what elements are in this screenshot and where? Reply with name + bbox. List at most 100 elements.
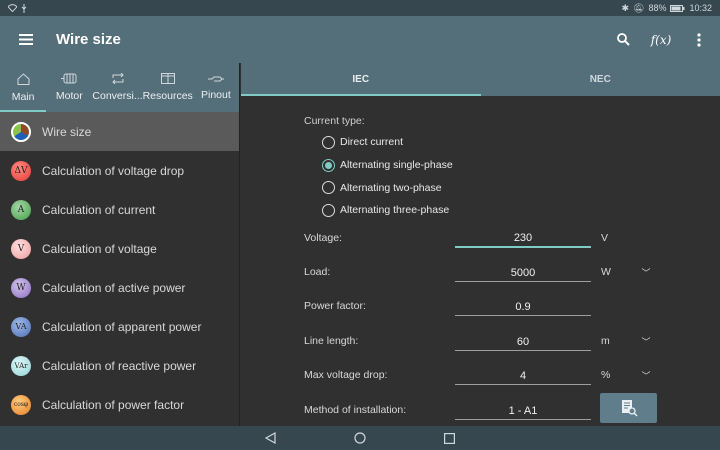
drop-unit-select[interactable]: % <box>591 369 631 381</box>
list-item-voltage-drop[interactable]: ΔV Calculation of voltage drop <box>0 151 239 190</box>
item-label: Wire size <box>42 124 92 139</box>
apparent-power-icon: VA <box>11 316 31 337</box>
chevron-down-icon[interactable]: ﹀ <box>631 335 661 348</box>
voltage-drop-icon: ΔV <box>11 160 31 181</box>
list-item-voltage[interactable]: V Calculation of voltage <box>0 229 239 268</box>
item-label: Calculation of voltage drop <box>42 163 185 178</box>
power-factor-label: Power factor: <box>304 300 366 312</box>
page-title: Wire size <box>56 31 121 48</box>
max-drop-row: Max voltage drop: 4% ﹀ <box>304 363 704 387</box>
conversion-icon <box>111 73 124 84</box>
menu-icon <box>19 34 33 45</box>
book-icon <box>160 73 175 84</box>
search-icon <box>616 33 630 46</box>
power-factor-icon: cosφ <box>11 394 31 415</box>
list-item-reactive-power[interactable]: VAr Calculation of reactive power <box>0 346 239 385</box>
recents-icon <box>444 432 455 444</box>
select-installation-button[interactable] <box>600 393 657 423</box>
clock: 10:32 <box>689 3 712 13</box>
back-button[interactable] <box>265 432 276 444</box>
tab-motor[interactable]: Motor <box>46 63 92 112</box>
item-label: Calculation of power factor <box>42 397 185 412</box>
back-icon <box>265 432 276 444</box>
tab-label: Resources <box>142 90 193 102</box>
radio-single-phase[interactable]: Alternating single-phase <box>304 154 704 177</box>
recents-button[interactable] <box>444 432 455 444</box>
wire-size-form: Current type: Direct current Alternating… <box>304 115 704 423</box>
radio-circle <box>322 158 335 172</box>
mute-icon: 🔕︎ <box>633 2 645 13</box>
power-factor-input[interactable]: 0.9 <box>455 297 591 316</box>
status-bar: ✱ 🔕︎ 88% 10:32 <box>0 0 720 16</box>
search-button[interactable] <box>606 33 640 46</box>
voltage-icon: V <box>11 238 31 259</box>
function-button[interactable]: f(x) <box>644 33 678 47</box>
load-input[interactable]: 5000 <box>455 263 591 282</box>
radio-circle <box>322 203 335 217</box>
usb-icon <box>21 3 27 13</box>
list-item-power-factor[interactable]: cosφ Calculation of power factor <box>0 385 239 424</box>
load-unit-select[interactable]: W <box>591 266 631 278</box>
length-unit-select[interactable]: m <box>591 335 631 347</box>
system-nav-bar <box>0 426 720 450</box>
item-label: Calculation of current <box>42 202 156 217</box>
radio-two-phase[interactable]: Alternating two-phase <box>304 176 704 199</box>
home-button[interactable] <box>354 432 366 444</box>
radio-circle <box>322 181 335 195</box>
chevron-down-icon[interactable]: ﹀ <box>631 266 661 279</box>
tab-conversion[interactable]: Conversi... <box>92 63 143 112</box>
home-icon <box>17 72 30 85</box>
motor-icon <box>61 73 77 84</box>
list-item-apparent-power[interactable]: VA Calculation of apparent power <box>0 307 239 346</box>
tab-label: Pinout <box>201 88 231 101</box>
menu-button[interactable] <box>0 34 52 45</box>
tab-label: Conversi... <box>92 90 143 102</box>
app-bar: Wire size f(x) <box>0 16 720 63</box>
voltage-unit: V <box>601 232 609 244</box>
list-item-active-power[interactable]: W Calculation of active power <box>0 268 239 307</box>
radio-label: Alternating three-phase <box>340 204 450 217</box>
power-factor-row: Power factor: 0.9 <box>304 294 704 318</box>
tab-nec[interactable]: NEC <box>481 63 720 96</box>
tab-resources[interactable]: Resources <box>143 63 193 112</box>
calculator-list: Wire size ΔV Calculation of voltage drop … <box>0 112 239 424</box>
battery-percent: 88% <box>648 3 667 13</box>
max-drop-label: Max voltage drop: <box>304 369 388 381</box>
status-right: ✱ 🔕︎ 88% 10:32 <box>621 3 712 14</box>
standard-tabs: IEC NEC <box>241 63 720 96</box>
list-item-current[interactable]: A Calculation of current <box>0 190 239 229</box>
current-type-label: Current type: <box>304 115 365 127</box>
radio-label: Alternating single-phase <box>340 159 453 172</box>
installation-label: Method of installation: <box>304 404 407 416</box>
tab-iec[interactable]: IEC <box>241 63 481 96</box>
voltage-label: Voltage: <box>304 232 342 244</box>
category-tabs: Main Motor Conversi... Resources Pinout <box>0 63 239 112</box>
tab-pinout[interactable]: Pinout <box>193 63 239 112</box>
right-pane: IEC NEC Current type: Direct current Alt… <box>241 63 720 426</box>
left-pane: Main Motor Conversi... Resources Pinout … <box>0 63 240 426</box>
max-drop-input[interactable]: 4 <box>455 366 591 385</box>
voltage-input[interactable]: 230 <box>455 228 591 248</box>
chevron-down-icon[interactable]: ﹀ <box>631 369 661 382</box>
active-power-icon: W <box>11 277 31 298</box>
voltage-row: Voltage: 230 V <box>304 226 704 250</box>
item-label: Calculation of apparent power <box>42 319 202 334</box>
document-search-icon <box>621 400 638 417</box>
battery-icon <box>670 4 685 12</box>
bluetooth-icon: ✱ <box>621 2 630 13</box>
radio-direct-current[interactable]: Direct current <box>304 131 704 154</box>
radio-label: Alternating two-phase <box>340 181 442 194</box>
radio-three-phase[interactable]: Alternating three-phase <box>304 199 704 222</box>
home-circle-icon <box>354 432 366 444</box>
item-label: Calculation of reactive power <box>42 358 197 373</box>
installation-input[interactable]: 1 - A1 <box>455 401 591 420</box>
more-button[interactable] <box>678 32 720 47</box>
load-row: Load: 5000 W ﹀ <box>304 260 704 284</box>
tab-main[interactable]: Main <box>0 63 47 112</box>
current-icon: A <box>11 199 31 220</box>
line-length-input[interactable]: 60 <box>455 332 591 351</box>
status-left <box>8 3 27 13</box>
list-item-wire-size[interactable]: Wire size <box>0 112 239 151</box>
wire-size-icon <box>11 121 31 142</box>
more-icon <box>697 32 701 47</box>
